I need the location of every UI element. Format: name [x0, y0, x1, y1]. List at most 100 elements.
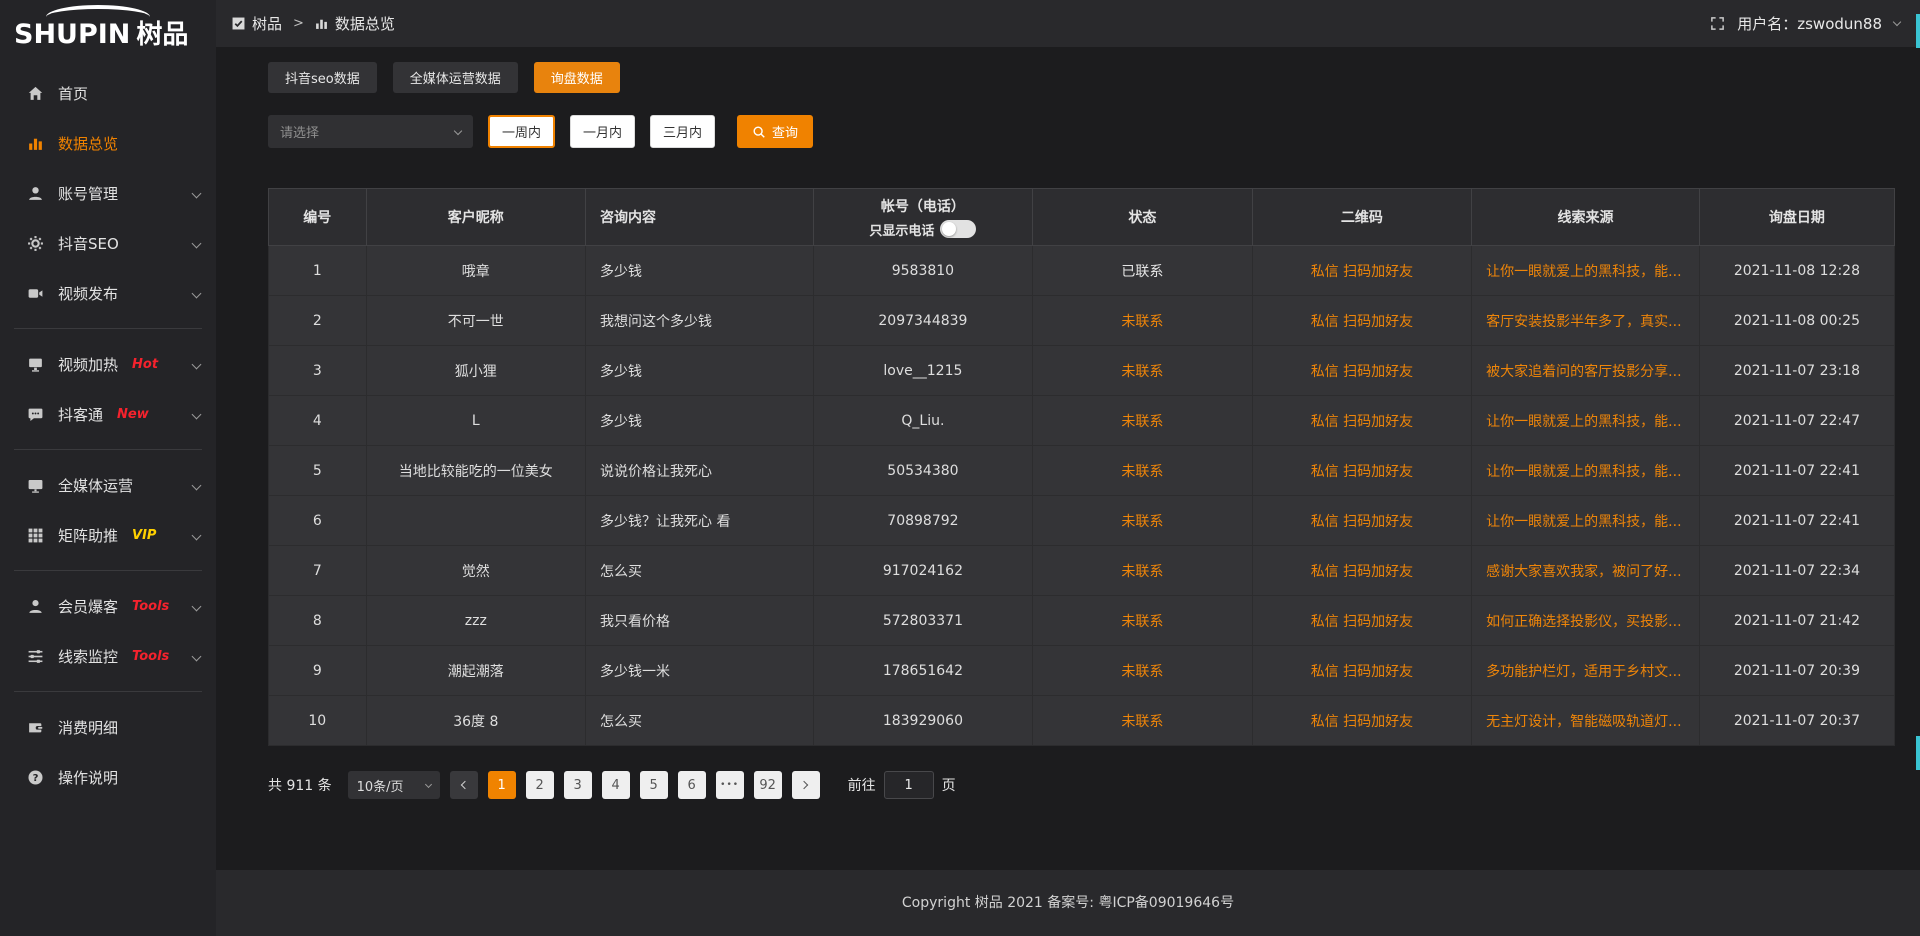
col-account-label: 帐号（电话） [881, 196, 965, 216]
table-row: 2 不可一世 我想问这个多少钱 2097344839 未联系 私信 扫码加好友 … [269, 296, 1895, 346]
video-publish-icon [26, 284, 44, 302]
lead-source-link[interactable]: 让你一眼就爱上的黑科技，能... [1486, 464, 1681, 480]
lead-source-link[interactable]: 客厅安装投影半年多了，真实... [1486, 314, 1681, 330]
qrcode-links[interactable]: 私信 扫码加好友 [1311, 314, 1413, 330]
next-page-button[interactable] [792, 771, 820, 799]
breadcrumb-item-current[interactable]: 数据总览 [335, 13, 395, 34]
table-row: 7 觉然 怎么买 917024162 未联系 私信 扫码加好友 感谢大家喜欢我家… [269, 546, 1895, 596]
lead-source-link[interactable]: 被大家追着问的客厅投影分享... [1486, 364, 1681, 380]
sidebar-item-label: 操作说明 [58, 767, 118, 788]
qrcode-links[interactable]: 私信 扫码加好友 [1311, 264, 1413, 280]
scrollbar-thumb[interactable] [1916, 14, 1920, 48]
fullscreen-icon[interactable] [1710, 16, 1725, 31]
sidebar-item-label: 首页 [58, 83, 88, 104]
sidebar-item-account-mgmt[interactable]: 账号管理 [0, 168, 216, 218]
home-icon [26, 84, 44, 102]
toggle-knob [942, 222, 956, 236]
qrcode-links[interactable]: 私信 扫码加好友 [1311, 714, 1413, 730]
table-row: 5 当地比较能吃的一位美女 说说价格让我死心 50534380 未联系 私信 扫… [269, 446, 1895, 496]
lead-source-link[interactable]: 感谢大家喜欢我家，被问了好... [1486, 564, 1681, 580]
tab-douyin-seo-data[interactable]: 抖音seo数据 [268, 62, 377, 93]
lead-source-link[interactable]: 多功能护栏灯，适用于乡村文... [1486, 664, 1681, 680]
page-button-92[interactable]: 92 [754, 771, 782, 799]
sidebar-item-douyin-seo[interactable]: 抖音SEO [0, 218, 216, 268]
new-badge: New [117, 407, 149, 422]
menu-divider [14, 691, 202, 692]
sidebar-item-label: 线索监控 [58, 646, 118, 667]
period-week-button[interactable]: 一周内 [488, 115, 555, 148]
sidebar-menu: 首页 数据总览 账号管理 抖音SEO 视频发布 [0, 58, 216, 802]
phone-only-toggle[interactable] [940, 220, 976, 238]
chevron-right-icon [800, 781, 808, 789]
scrollbar-thumb[interactable] [1916, 736, 1920, 770]
sidebar: SHUPIN树品 首页 数据总览 账号管理 抖音SEO [0, 0, 216, 936]
chevron-down-icon [192, 409, 202, 419]
page-size-select[interactable]: 10条/页 [348, 771, 440, 799]
sidebar-item-matrix-boost[interactable]: 矩阵助推 VIP [0, 510, 216, 560]
status-badge: 未联系 [1121, 314, 1163, 330]
status-badge: 已联系 [1121, 264, 1163, 280]
sidebar-item-label: 数据总览 [58, 133, 118, 154]
table-row: 9 潮起潮落 多少钱一米 178651642 未联系 私信 扫码加好友 多功能护… [269, 646, 1895, 696]
lead-source-link[interactable]: 如何正确选择投影仪，买投影... [1486, 614, 1681, 630]
status-badge: 未联系 [1121, 414, 1163, 430]
filter-bar: 请选择 一周内 一月内 三月内 查询 [268, 115, 1895, 148]
tab-inquiry-data[interactable]: 询盘数据 [534, 62, 620, 93]
page-button-5[interactable]: 5 [640, 771, 668, 799]
sidebar-item-data-overview[interactable]: 数据总览 [0, 118, 216, 168]
page-size-value: 10条/页 [357, 776, 404, 795]
page-button-4[interactable]: 4 [602, 771, 630, 799]
menu-divider [14, 449, 202, 450]
sidebar-item-spend-details[interactable]: 消费明细 [0, 702, 216, 752]
breadcrumb-item[interactable]: 树品 [252, 13, 282, 34]
page-button-2[interactable]: 2 [526, 771, 554, 799]
period-month-button[interactable]: 一月内 [570, 115, 635, 148]
lead-source-link[interactable]: 让你一眼就爱上的黑科技，能... [1486, 264, 1681, 280]
qrcode-links[interactable]: 私信 扫码加好友 [1311, 464, 1413, 480]
page-button-6[interactable]: 6 [678, 771, 706, 799]
status-badge: 未联系 [1121, 714, 1163, 730]
table-row: 8 zzz 我只看价格 572803371 未联系 私信 扫码加好友 如何正确选… [269, 596, 1895, 646]
lead-source-link[interactable]: 无主灯设计，智能磁吸轨道灯... [1486, 714, 1681, 730]
qrcode-links[interactable]: 私信 扫码加好友 [1311, 564, 1413, 580]
period-quarter-button[interactable]: 三月内 [650, 115, 715, 148]
status-badge: 未联系 [1121, 464, 1163, 480]
goto-page-input[interactable] [884, 771, 934, 799]
more-pages-button[interactable]: ••• [716, 771, 744, 799]
table-row: 10 36度 8 怎么买 183929060 未联系 私信 扫码加好友 无主灯设… [269, 696, 1895, 746]
lead-source-link[interactable]: 让你一眼就爱上的黑科技，能... [1486, 514, 1681, 530]
table-header-row: 编号 客户昵称 咨询内容 帐号（电话） 只显示电话 [269, 189, 1895, 246]
qrcode-links[interactable]: 私信 扫码加好友 [1311, 364, 1413, 380]
search-button[interactable]: 查询 [737, 115, 813, 148]
page-unit-label: 页 [942, 775, 956, 795]
col-date: 询盘日期 [1699, 189, 1894, 246]
sidebar-item-instructions[interactable]: ? 操作说明 [0, 752, 216, 802]
sidebar-item-video-heat[interactable]: 视频加热 Hot [0, 339, 216, 389]
chevron-down-icon [192, 288, 202, 298]
table-row: 6 多少钱？让我死心 看 70898792 未联系 私信 扫码加好友 让你一眼就… [269, 496, 1895, 546]
username-dropdown[interactable]: 用户名：zswodun88 [1737, 13, 1882, 34]
sidebar-item-label: 矩阵助推 [58, 525, 118, 546]
monitor-icon [26, 476, 44, 494]
lead-source-link[interactable]: 让你一眼就爱上的黑科技，能... [1486, 414, 1681, 430]
qrcode-links[interactable]: 私信 扫码加好友 [1311, 514, 1413, 530]
sidebar-item-member-baoke[interactable]: 会员爆客 Tools [0, 581, 216, 631]
sidebar-item-lead-monitor[interactable]: 线索监控 Tools [0, 631, 216, 681]
qrcode-links[interactable]: 私信 扫码加好友 [1311, 614, 1413, 630]
page-button-3[interactable]: 3 [564, 771, 592, 799]
filter-select[interactable]: 请选择 [268, 115, 473, 148]
goto-label: 前往 [848, 775, 876, 795]
topbar: 树品 > 数据总览 用户名：zswodun88 [216, 0, 1920, 47]
sidebar-item-video-publish[interactable]: 视频发布 [0, 268, 216, 318]
grid-icon [26, 526, 44, 544]
qrcode-links[interactable]: 私信 扫码加好友 [1311, 414, 1413, 430]
sidebar-item-home[interactable]: 首页 [0, 68, 216, 118]
page-button-1[interactable]: 1 [488, 771, 516, 799]
tab-media-ops-data[interactable]: 全媒体运营数据 [393, 62, 518, 93]
sidebar-item-media-ops[interactable]: 全媒体运营 [0, 460, 216, 510]
prev-page-button[interactable] [450, 771, 478, 799]
qrcode-links[interactable]: 私信 扫码加好友 [1311, 664, 1413, 680]
sidebar-item-douketong[interactable]: 抖客通 New [0, 389, 216, 439]
menu-divider [14, 570, 202, 571]
status-badge: 未联系 [1121, 514, 1163, 530]
